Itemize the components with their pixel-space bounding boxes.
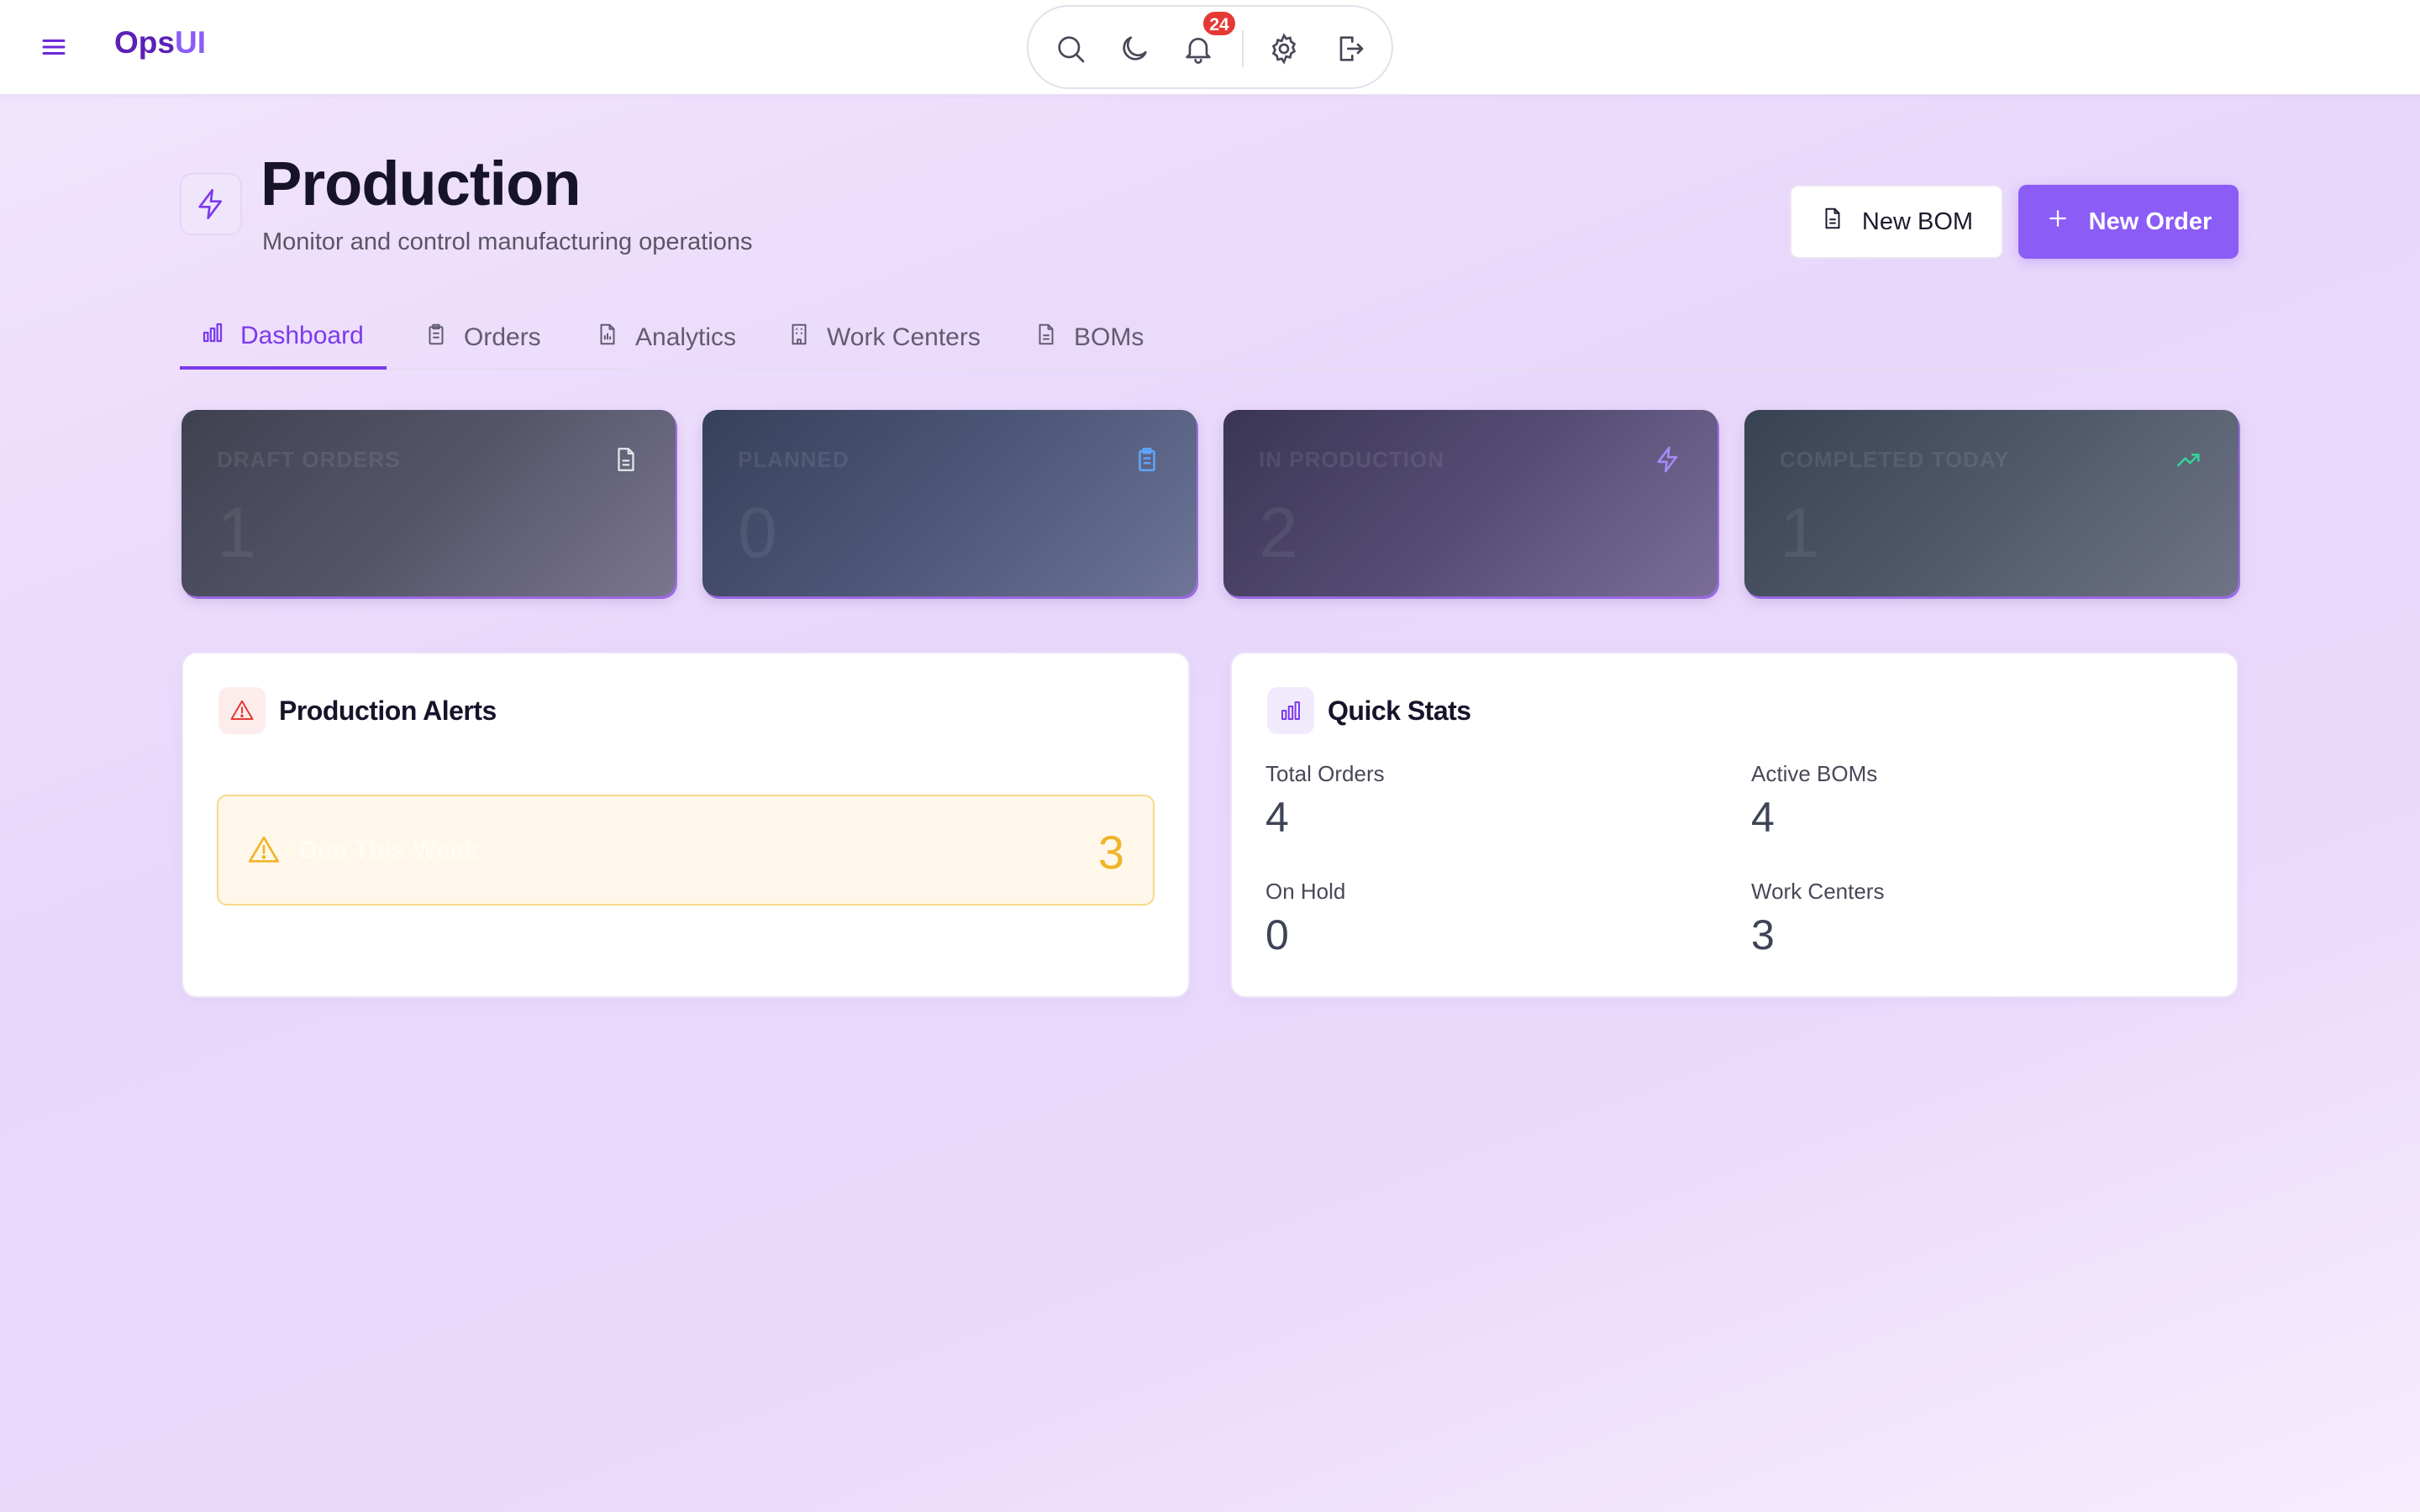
document-icon [1820,206,1845,238]
stat-label: PLANNED [738,447,850,472]
new-bom-button[interactable]: New BOM [1790,185,2003,259]
bar-chart-icon [1267,687,1314,734]
panel-title: Quick Stats [1328,696,1471,726]
tab-work-centers[interactable]: Work Centers [766,306,1001,370]
brand-prefix: Ops [114,25,175,60]
search-icon[interactable] [1054,32,1087,66]
top-bar: OpsUI 24 [0,0,2420,95]
warning-icon [247,833,281,867]
alert-count: 3 [1097,826,1124,879]
stat-value: 1 [1780,493,1819,572]
tab-label: Analytics [635,323,737,351]
building-icon [786,322,812,354]
alert-label: Due This Week [299,837,478,864]
tab-label: Dashboard [240,322,364,349]
stat-value: 1 [217,493,256,572]
trend-up-icon [2175,445,2203,474]
notification-badge: 24 [1202,10,1237,37]
alert-due-this-week[interactable]: Due This Week 3 [217,795,1155,906]
quick-stat-label: Active BOMs [1751,761,1878,786]
bar-chart-icon [200,320,225,352]
tab-boms[interactable]: BOMs [1013,306,1164,370]
quick-stats-panel: Quick Stats Total Orders 4 Active BOMs 4… [1230,652,2238,998]
new-order-button[interactable]: New Order [2018,185,2238,259]
panel-title: Production Alerts [279,696,497,726]
tab-label: Orders [464,323,541,351]
new-order-label: New Order [2088,207,2212,235]
stat-label: IN PRODUCTION [1259,447,1444,472]
stat-label: DRAFT ORDERS [217,447,401,472]
brand-suffix: UI [174,25,206,60]
brand-logo[interactable]: OpsUI [114,25,206,60]
clipboard-icon [424,322,449,354]
quick-stat-label: On Hold [1265,879,1346,904]
report-icon [595,322,620,354]
tab-dashboard[interactable]: Dashboard [180,306,387,370]
stat-card-in-production[interactable]: IN PRODUCTION 2 [1223,410,1718,596]
warning-icon [218,687,266,734]
quick-stat-label: Work Centers [1751,879,1885,904]
stat-value: 2 [1259,493,1298,572]
quick-stat-value: 4 [1265,794,1289,841]
stat-card-completed-today[interactable]: COMPLETED TODAY 1 [1744,410,2238,596]
plus-icon [2045,206,2070,238]
quick-stat-label: Total Orders [1265,761,1385,786]
tab-bar: Dashboard Orders Analytics Work Centers … [180,306,2238,370]
logout-icon[interactable] [1333,32,1366,66]
document-icon [612,445,640,474]
tab-orders[interactable]: Orders [403,306,561,370]
bolt-icon [1654,445,1682,474]
bolt-icon [180,173,242,235]
bell-icon[interactable] [1181,32,1215,66]
toolbar-divider [1242,30,1244,67]
clipboard-icon [1133,445,1161,474]
menu-icon[interactable] [39,32,69,62]
stat-value: 0 [738,493,777,572]
new-bom-label: New BOM [1861,207,1974,235]
quick-stat-value: 0 [1265,911,1289,958]
document-icon [1034,322,1059,354]
stat-card-draft-orders[interactable]: DRAFT ORDERS 1 [182,410,676,596]
stat-label: COMPLETED TODAY [1780,447,2010,472]
page-subtitle: Monitor and control manufacturing operat… [262,228,753,255]
gear-icon[interactable] [1267,32,1301,66]
tab-analytics[interactable]: Analytics [575,306,756,370]
quick-stat-value: 4 [1751,794,1775,841]
stat-card-planned[interactable]: PLANNED 0 [702,410,1197,596]
moon-icon[interactable] [1118,32,1151,66]
tab-label: BOMs [1074,323,1144,351]
tab-label: Work Centers [827,323,981,351]
production-alerts-panel: Production Alerts Due This Week 3 [182,652,1190,998]
quick-stat-value: 3 [1751,911,1775,958]
page-title: Production [260,149,581,218]
